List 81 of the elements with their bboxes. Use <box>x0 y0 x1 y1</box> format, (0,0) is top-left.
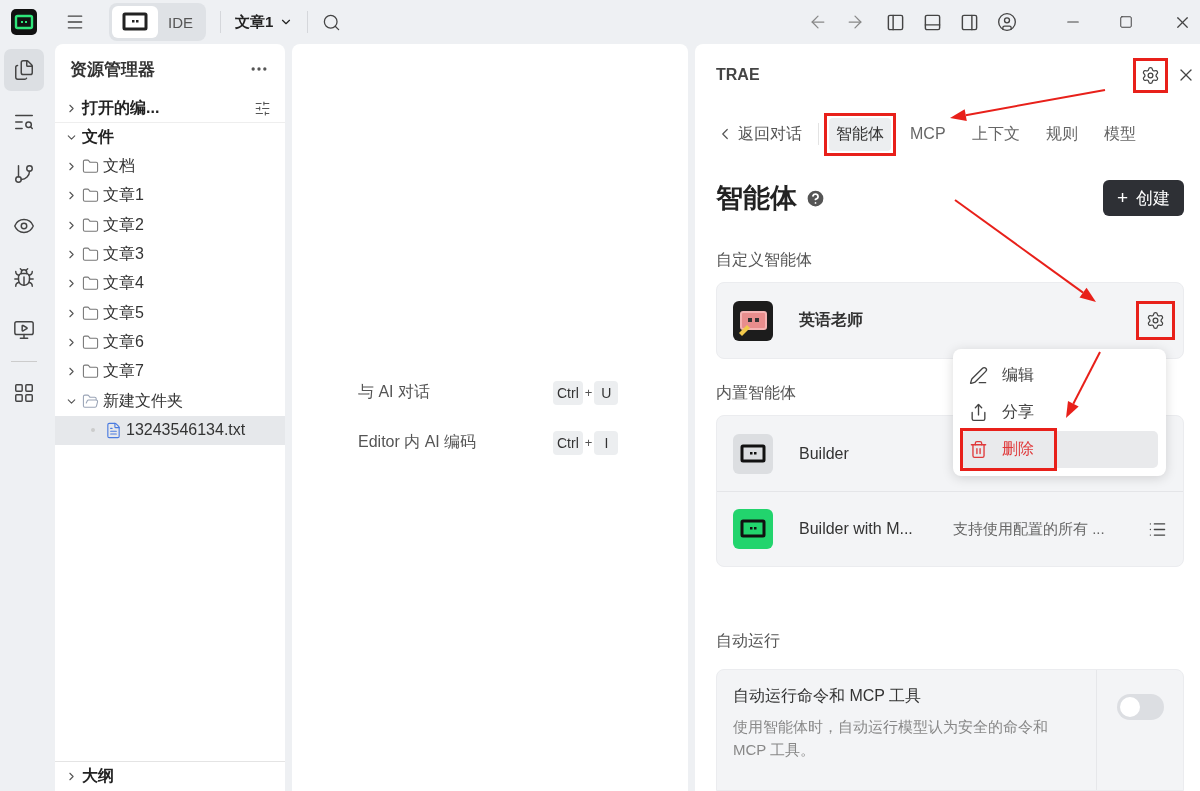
mode-option[interactable]: IDE <box>158 6 203 38</box>
shortcut-label: 与 AI 对话 <box>358 382 431 402</box>
agent-name: Builder <box>799 444 850 463</box>
plus-sign: + <box>584 435 593 450</box>
project-selector[interactable]: 文章1 <box>235 12 294 32</box>
page-heading: 智能体 <box>716 182 797 215</box>
tree-item[interactable]: 文章6 <box>55 327 285 358</box>
menu-item[interactable]: 编辑 <box>961 357 1158 394</box>
mode-option[interactable] <box>112 6 158 38</box>
logo-icon <box>11 9 37 35</box>
menu-item[interactable]: 分享 <box>961 394 1158 431</box>
account-icon[interactable] <box>997 12 1017 32</box>
section-header[interactable]: 打开的编... <box>55 94 285 123</box>
shortcut-label: Editor 内 AI 编码 <box>358 432 478 452</box>
bug-icon <box>13 267 35 289</box>
file-icon <box>105 421 122 439</box>
tree-item[interactable]: 文档 <box>55 152 285 182</box>
section-header[interactable]: 大纲 <box>55 761 285 791</box>
tab[interactable]: MCP <box>903 119 953 149</box>
monitor-icon <box>13 319 35 341</box>
right-panel-icon[interactable] <box>960 12 979 32</box>
tree-item[interactable]: 文章4 <box>55 269 285 299</box>
tab[interactable]: 上下文 <box>964 117 1027 151</box>
files-icon <box>13 59 35 81</box>
key-cap: Ctrl <box>553 430 583 455</box>
folder-icon <box>82 216 99 234</box>
activity-button[interactable] <box>4 49 44 91</box>
filter-icon[interactable] <box>254 99 271 117</box>
key-cap: I <box>594 430 619 455</box>
folder-icon <box>82 158 99 176</box>
tree-item[interactable]: 文章3 <box>55 239 285 270</box>
create-button[interactable]: + 创建 <box>1102 180 1184 216</box>
section-title: 内置智能体 <box>716 382 796 403</box>
toggle-switch[interactable] <box>1116 694 1164 720</box>
settings-icon <box>1141 65 1160 85</box>
key-cap: U <box>594 380 619 405</box>
grid-icon <box>13 382 35 404</box>
robot-icon <box>122 12 148 32</box>
help-icon[interactable] <box>805 187 826 209</box>
plus-sign: + <box>584 385 593 400</box>
tree-item[interactable]: 文章2 <box>55 210 285 240</box>
folder-icon <box>82 392 99 410</box>
key-cap: Ctrl <box>553 380 583 405</box>
section-header[interactable]: 文件 <box>55 123 285 152</box>
tree-item[interactable]: 文章1 <box>55 181 285 211</box>
agent-avatar-icon <box>733 300 773 341</box>
menu-item[interactable]: 删除 <box>961 431 1158 468</box>
settings-icon <box>1146 311 1165 330</box>
share-icon <box>969 403 988 422</box>
bottom-panel-icon[interactable] <box>923 12 942 32</box>
branch-icon <box>13 163 35 185</box>
tab[interactable]: 智能体 <box>829 117 891 151</box>
annotation-arrow <box>1066 351 1101 418</box>
robot-icon <box>740 443 766 464</box>
setting-title: 自动运行命令和 MCP 工具 <box>733 686 923 706</box>
pen-icon <box>969 366 988 385</box>
section-title: 自动运行 <box>716 630 780 651</box>
tree-item[interactable]: 文章7 <box>55 357 285 387</box>
folder-icon <box>82 304 99 322</box>
tree-item[interactable]: 文章5 <box>55 298 285 328</box>
back-link[interactable]: 返回对话 <box>716 123 802 145</box>
trash-icon <box>969 440 988 459</box>
robot-icon <box>740 519 766 539</box>
section-title: 自定义智能体 <box>716 249 812 270</box>
tree-item[interactable]: 13243546134.txt <box>55 415 285 445</box>
explorer-title: 资源管理器 <box>70 58 155 81</box>
tree-item[interactable]: 新建文件夹 <box>55 386 285 416</box>
tab[interactable]: 规则 <box>1038 117 1085 151</box>
folder-icon <box>82 333 99 351</box>
maximize-icon[interactable] <box>1119 15 1133 29</box>
panel-title: TRAE <box>716 66 761 84</box>
agent-description: 支持使用配置的所有 ... <box>953 519 1106 539</box>
setting-description: 使用智能体时，自动运行模型认为安全的命令和 MCP 工具。 <box>733 717 1049 760</box>
folder-icon <box>82 246 99 264</box>
search-icon[interactable] <box>322 12 342 32</box>
tab[interactable]: 模型 <box>1096 117 1143 151</box>
folder-icon <box>82 275 99 293</box>
folder-icon <box>82 187 99 205</box>
agent-name: Builder with M... <box>799 520 914 538</box>
folder-icon <box>82 363 99 381</box>
left-panel-icon[interactable] <box>886 12 905 32</box>
